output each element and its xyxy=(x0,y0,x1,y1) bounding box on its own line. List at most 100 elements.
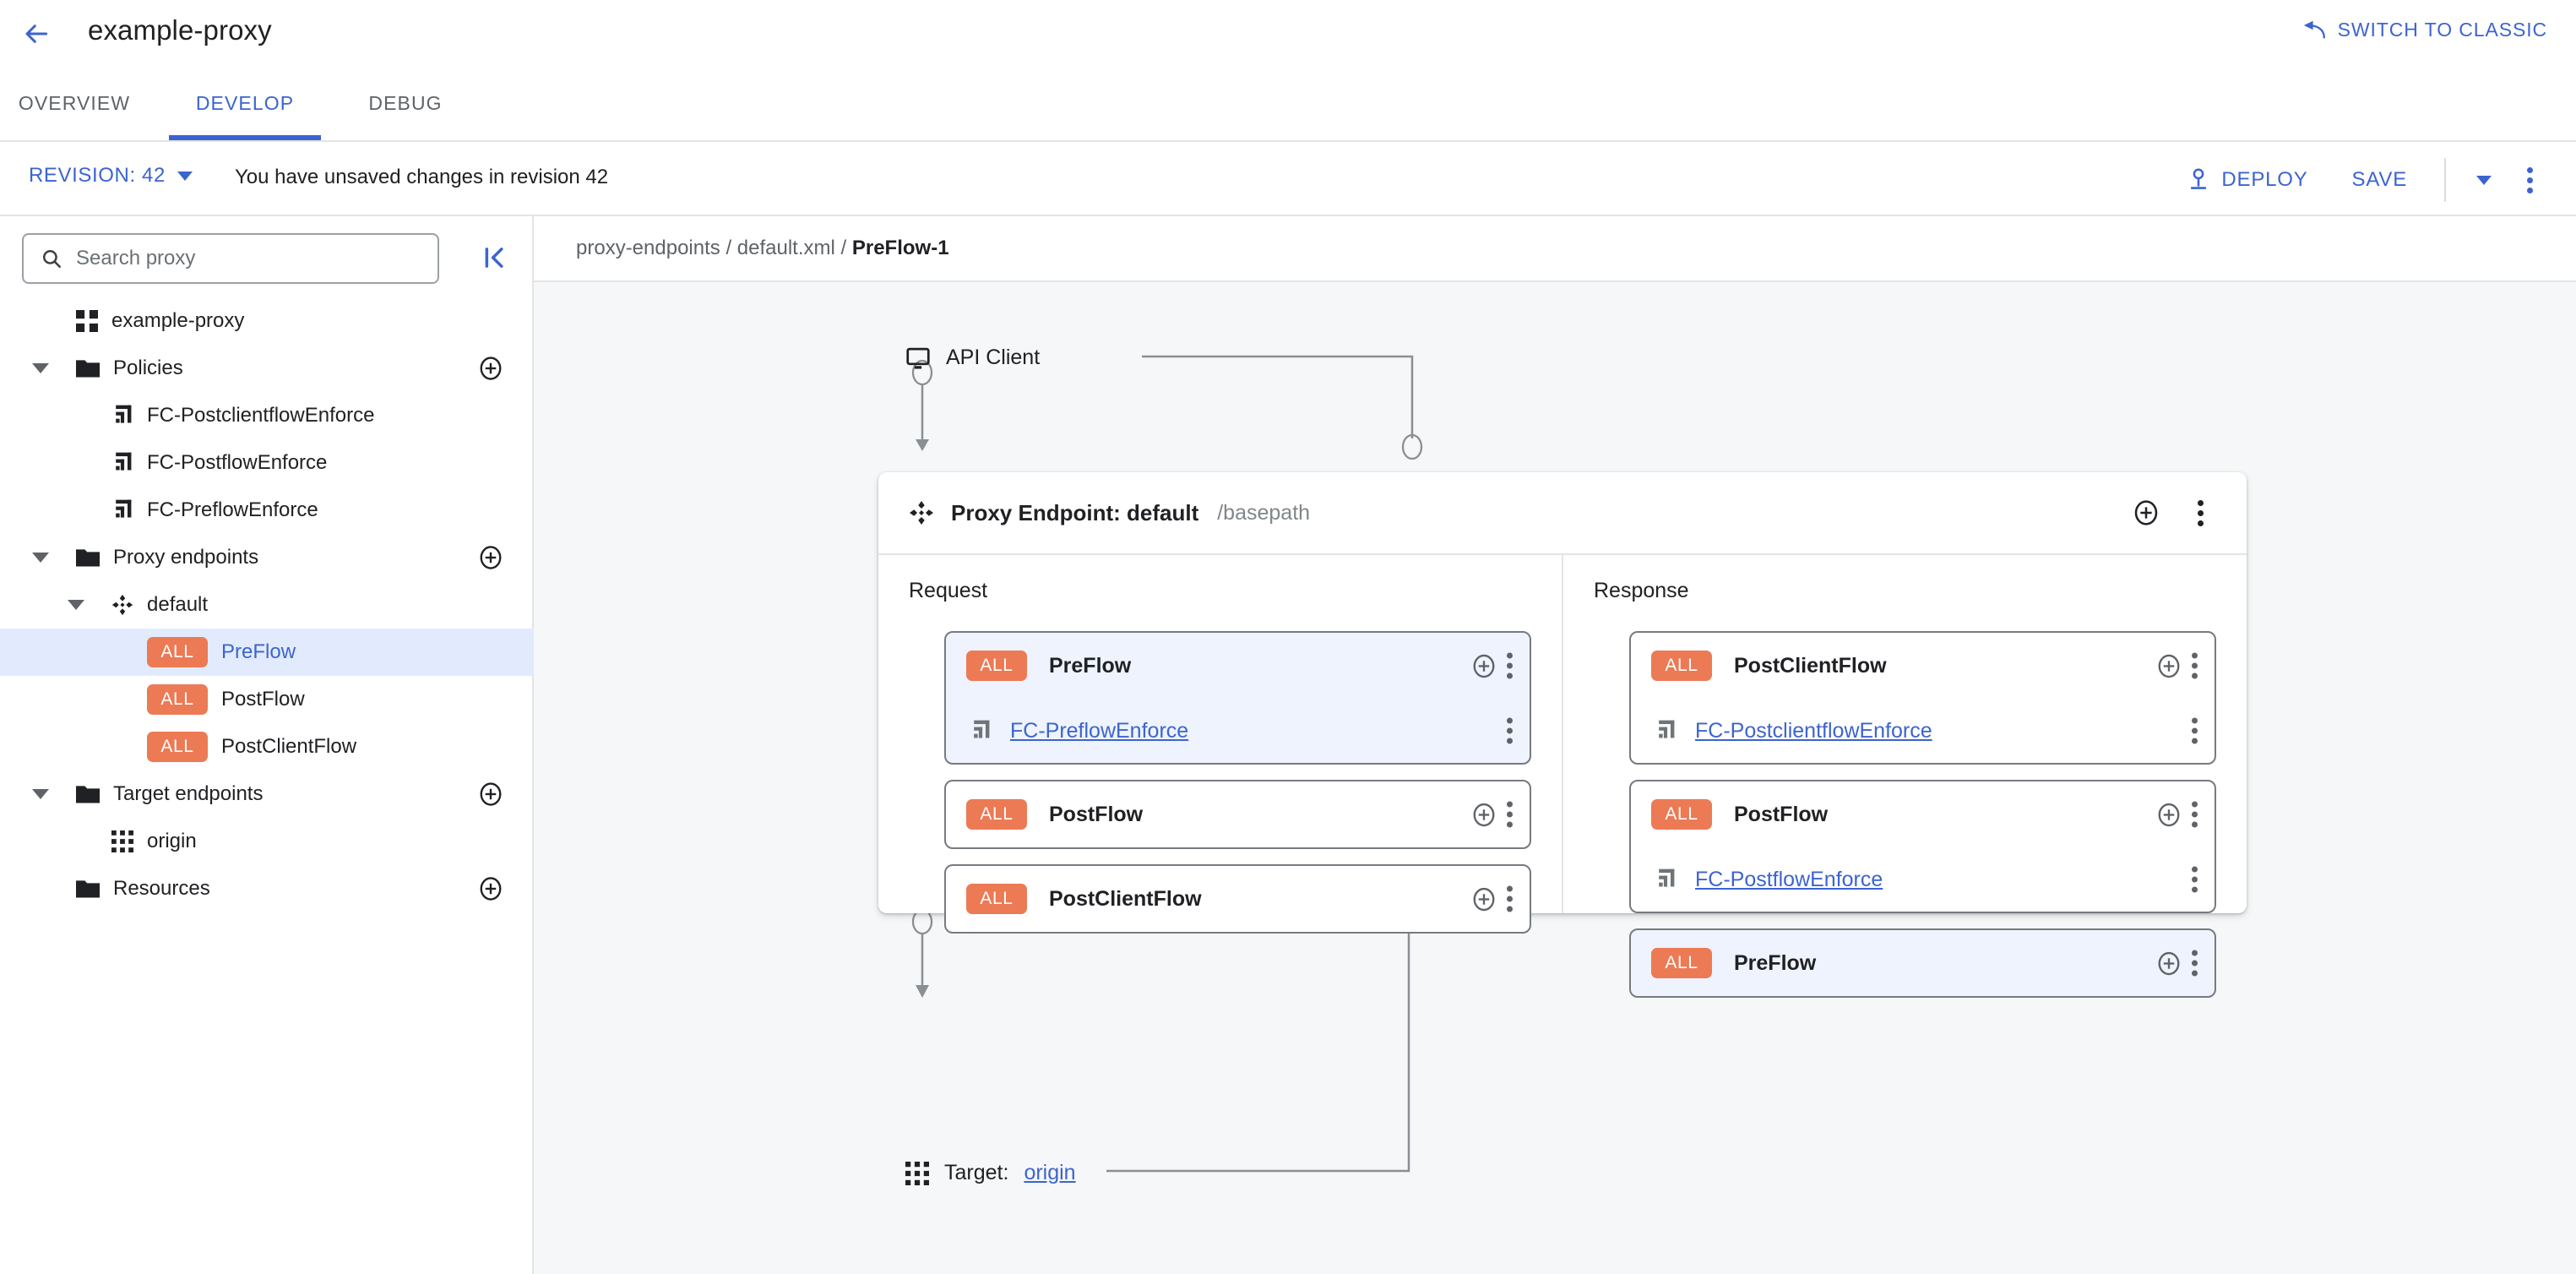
revision-selector[interactable]: REVISION: 42 xyxy=(29,164,193,188)
add-policy-button[interactable] xyxy=(2156,950,2182,976)
search-input[interactable] xyxy=(76,247,421,270)
tab-develop[interactable]: DEVELOP xyxy=(169,66,321,140)
divider xyxy=(2444,158,2446,202)
flow-card[interactable]: ALLPreFlowFC-PreflowEnforce xyxy=(944,631,1531,765)
proxy-endpoint-actions xyxy=(2123,490,2223,536)
sidebar-item-preflow[interactable]: ALLPreFlow xyxy=(0,629,534,676)
add-item-button[interactable] xyxy=(478,356,503,381)
policy-link[interactable]: FC-PreflowEnforce xyxy=(1010,719,1188,743)
sidebar-item-origin[interactable]: origin xyxy=(0,818,534,865)
revision-bar: REVISION: 42 You have unsaved changes in… xyxy=(0,144,2576,216)
proxy-endpoint-card: Proxy Endpoint: default /basepath Reques… xyxy=(878,472,2247,913)
policy-row[interactable]: FC-PostflowEnforce xyxy=(1631,847,2215,912)
sidebar-item-label: example-proxy xyxy=(111,309,244,333)
sidebar-item-postflow[interactable]: ALLPostFlow xyxy=(0,676,534,723)
collapse-panel-icon[interactable] xyxy=(483,245,510,270)
target-label: Target: xyxy=(944,1161,1008,1185)
tab-debug[interactable]: DEBUG xyxy=(355,66,456,140)
more-vert-icon[interactable] xyxy=(1507,886,1513,912)
flow-card-header: ALLPostClientFlow xyxy=(946,866,1530,932)
save-dropdown-button[interactable] xyxy=(2461,157,2507,203)
caret-down-icon xyxy=(2476,176,2492,185)
sidebar-search-row xyxy=(0,216,534,297)
proxy-grid-icon xyxy=(76,310,98,332)
add-item-button[interactable] xyxy=(478,545,503,570)
response-column: Response ALLPostClientFlow FC-Postclientf… xyxy=(1563,555,2247,913)
flow-condition-badge: ALL xyxy=(966,884,1027,914)
add-policy-button[interactable] xyxy=(1471,886,1497,912)
target-grid-icon xyxy=(905,1162,929,1185)
flow-card[interactable]: ALLPreFlow xyxy=(1629,928,2216,998)
expand-twisty-icon[interactable] xyxy=(32,789,49,799)
back-arrow-icon[interactable] xyxy=(19,15,56,52)
sidebar-item-proxy-endpoints[interactable]: Proxy endpoints xyxy=(0,534,534,581)
breadcrumb-sep-2: / xyxy=(841,237,847,259)
more-vert-icon[interactable] xyxy=(1507,653,1513,679)
tab-overview[interactable]: OVERVIEW xyxy=(12,66,137,140)
sidebar-item-default[interactable]: default xyxy=(0,581,534,629)
flow-card[interactable]: ALLPostClientFlow FC-PostclientflowEnforc… xyxy=(1629,631,2216,765)
flow-card-header: ALLPostClientFlow xyxy=(1631,633,2215,699)
folder-icon xyxy=(76,879,100,899)
add-policy-button[interactable] xyxy=(2156,653,2182,678)
save-label: SAVE xyxy=(2352,158,2407,202)
sidebar-item-content: Resources xyxy=(76,877,210,901)
sidebar-item-postclientflow[interactable]: ALLPostClientFlow xyxy=(0,723,534,770)
response-column-title: Response xyxy=(1594,579,2216,603)
more-vert-icon[interactable] xyxy=(2192,802,2198,828)
proxy-endpoint-more-button[interactable] xyxy=(2177,490,2223,536)
flow-card[interactable]: ALLPostFlowFC-PostflowEnforce xyxy=(1629,780,2216,913)
save-button[interactable]: SAVE xyxy=(2330,158,2429,202)
more-vert-icon[interactable] xyxy=(2192,950,2198,977)
policy-row[interactable]: FC-PreflowEnforce xyxy=(946,699,1530,763)
sidebar-item-label: PostFlow xyxy=(221,688,305,711)
target-link[interactable]: origin xyxy=(1024,1161,1075,1185)
add-policy-button[interactable] xyxy=(1471,653,1497,678)
chevron-down-icon xyxy=(177,172,193,181)
flow-card-actions xyxy=(1471,653,1513,679)
policy-link[interactable]: FC-PostflowEnforce xyxy=(1695,868,1883,892)
request-column: Request ALLPreFlowFC-PreflowEnforceALLPo… xyxy=(878,555,1563,913)
sidebar-item-content: ALLPostFlow xyxy=(147,684,305,715)
flow-name: PostFlow xyxy=(1049,803,1143,827)
sidebar-item-fc-postflowenforce[interactable]: FC-PostflowEnforce xyxy=(0,439,534,487)
sidebar-item-label: PreFlow xyxy=(221,640,296,664)
switch-to-classic-button[interactable]: SWITCH TO CLASSIC xyxy=(2302,19,2547,41)
sidebar-item-fc-postclientflowenforce[interactable]: FC-PostclientflowEnforce xyxy=(0,392,534,439)
add-item-button[interactable] xyxy=(478,876,503,901)
flow-name: PreFlow xyxy=(1734,951,1816,976)
breadcrumb-part-1[interactable]: proxy-endpoints xyxy=(576,237,720,259)
more-vert-icon[interactable] xyxy=(2192,718,2198,744)
request-flow-stack: ALLPreFlowFC-PreflowEnforceALLPostFlowAL… xyxy=(944,631,1531,949)
search-proxy-box[interactable] xyxy=(22,233,439,284)
sidebar-item-label: PostClientFlow xyxy=(221,735,356,759)
sidebar-item-resources[interactable]: Resources xyxy=(0,865,534,912)
sidebar-item-target-endpoints[interactable]: Target endpoints xyxy=(0,770,534,818)
more-vert-icon[interactable] xyxy=(1507,802,1513,828)
flow-card[interactable]: ALLPostClientFlow xyxy=(944,864,1531,934)
add-flow-button[interactable] xyxy=(2123,490,2169,536)
policy-icon xyxy=(970,720,992,742)
add-item-button[interactable] xyxy=(478,781,503,807)
deploy-button[interactable]: DEPLOY xyxy=(2166,158,2329,202)
flow-name: PostClientFlow xyxy=(1734,654,1887,678)
expand-twisty-icon[interactable] xyxy=(32,553,49,563)
expand-twisty-icon[interactable] xyxy=(32,363,49,373)
sidebar-item-policies[interactable]: Policies xyxy=(0,345,534,392)
sidebar-item-example-proxy[interactable]: example-proxy xyxy=(0,297,534,345)
sidebar-item-content: Proxy endpoints xyxy=(76,546,258,569)
sidebar-item-label: origin xyxy=(147,830,197,853)
more-vert-icon[interactable] xyxy=(2192,867,2198,893)
flow-card[interactable]: ALLPostFlow xyxy=(944,780,1531,849)
more-vert-icon[interactable] xyxy=(2192,653,2198,679)
expand-twisty-icon[interactable] xyxy=(68,600,84,610)
flow-card-actions xyxy=(2156,950,2198,977)
more-options-button[interactable] xyxy=(2507,157,2552,203)
more-vert-icon[interactable] xyxy=(1507,718,1513,744)
add-policy-button[interactable] xyxy=(1471,802,1497,827)
sidebar-item-fc-preflowenforce[interactable]: FC-PreflowEnforce xyxy=(0,487,534,534)
policy-row[interactable]: FC-PostclientflowEnforce xyxy=(1631,699,2215,763)
policy-link[interactable]: FC-PostclientflowEnforce xyxy=(1695,719,1932,743)
add-policy-button[interactable] xyxy=(2156,802,2182,827)
breadcrumb-part-2[interactable]: default.xml xyxy=(737,237,835,259)
